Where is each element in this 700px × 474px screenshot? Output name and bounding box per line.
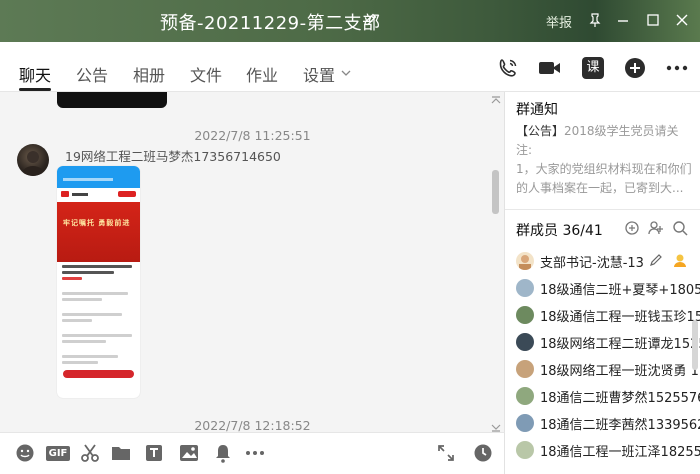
title-bar: 预备-20211229-第二支部 举报 [0,0,700,42]
expand-icon[interactable] [435,442,457,464]
member-name: 18通信二班李茜然13395627 [540,418,700,433]
screenshot-banner: 牢记嘱托 勇毅前进 [57,202,140,262]
gif-icon[interactable]: GIF [45,442,71,464]
screenshot-brand-row [57,188,140,200]
scroll-down-icon[interactable] [490,422,502,432]
class-label: 课 [582,57,604,79]
maximize-icon[interactable] [644,11,662,29]
message-timestamp: 2022/7/8 11:25:51 [194,128,311,143]
sender-avatar[interactable] [17,144,49,176]
doc-template-icon[interactable] [143,442,165,464]
member-name: 18级通信工程一班钱玉珍15 [540,310,700,325]
tab-chat[interactable]: 聊天 [19,62,51,86]
member-name: 18级网络工程二班谭龙1525 [540,337,700,352]
tab-announcement[interactable]: 公告 [76,62,108,86]
more-icon[interactable] [665,56,689,80]
tab-homework[interactable]: 作业 [246,62,278,86]
report-link[interactable]: 举报 [546,12,572,31]
screenshot-banner-text: 牢记嘱托 勇毅前进 [63,219,131,227]
close-icon[interactable] [673,11,691,29]
plus-circle-icon[interactable] [623,56,647,80]
members-scrollbar-thumb[interactable] [692,320,698,370]
previous-image-message[interactable] [57,92,167,108]
emoji-icon[interactable] [14,442,36,464]
member-item[interactable]: 支部书记-沈慧-13 [505,248,700,274]
member-item[interactable]: 18通信二班曹梦然15255760 [505,383,700,409]
input-toolbar: GIF [0,432,505,474]
member-search-alt-icon[interactable] [624,220,640,236]
message-timestamp-next: 2022/7/8 12:18:52 [194,418,311,432]
group-notice-body[interactable]: 【公告】2018级学生党员请关注: 1，大家的党组织材料现在和你们的人事档案在一… [516,122,694,198]
screenshot-scissors-icon[interactable] [79,442,101,464]
member-avatar [516,387,534,405]
image-icon[interactable] [178,442,200,464]
tab-bar: 聊天 公告 相册 文件 作业 设置 课 [0,42,700,92]
chat-area[interactable]: 2022/7/8 11:25:51 19网络工程二班马梦杰17356714650… [0,92,505,432]
pin-icon[interactable] [586,11,604,29]
tab-settings[interactable]: 设置 [303,62,335,86]
group-side-panel: 群通知 【公告】2018级学生党员请关注: 1，大家的党组织材料现在和你们的人事… [505,92,700,474]
tab-album[interactable]: 相册 [133,62,165,86]
member-avatar [516,306,534,324]
bell-icon[interactable] [212,442,234,464]
more-tools-icon[interactable] [244,442,266,464]
edit-icon[interactable] [649,253,663,271]
history-clock-icon[interactable] [472,442,494,464]
phone-icon[interactable] [496,56,520,80]
active-tab-indicator [19,88,51,91]
image-message[interactable]: 牢记嘱托 勇毅前进 [57,166,140,398]
scroll-up-icon[interactable] [490,94,502,104]
sender-name[interactable]: 19网络工程二班马梦杰17356714650 [65,146,281,165]
owner-badge-icon [672,252,688,272]
folder-icon[interactable] [110,442,132,464]
window-title: 预备-20211229-第二支部 [160,13,381,34]
search-icon[interactable] [672,220,688,236]
member-name: 支部书记-沈慧-13 [540,256,644,271]
notice-line2: 1，大家的党组织材料现在和你们的人事档案在一起，已寄到大... [516,162,692,195]
screenshot-status-bar [57,166,140,188]
notice-tag: 【公告】 [516,124,565,138]
class-button[interactable]: 课 [581,56,605,80]
member-item[interactable]: 18通信二班李茜然13395627 [505,410,700,436]
member-avatar [516,333,534,351]
member-avatar [516,414,534,432]
member-item[interactable]: 18级通信二班+夏琴+18056 [505,275,700,301]
member-name: 18通信二班曹梦然15255760 [540,391,700,406]
member-name: 18通信工程一班江泽182554 [540,445,700,460]
group-notice-title[interactable]: 群通知 [516,99,558,119]
member-item[interactable]: 18级网络工程一班沈贤勇 15 [505,356,700,382]
members-title: 群成员 36/41 [516,223,603,239]
edit-pencil-icon[interactable] [362,12,378,28]
member-avatar [516,252,534,270]
member-name: 18级网络工程一班沈贤勇 15 [540,364,700,379]
screenshot-open-button [63,370,134,378]
chevron-down-icon[interactable] [341,67,351,77]
gif-label: GIF [45,445,71,461]
add-member-icon[interactable] [648,220,664,236]
member-avatar [516,279,534,297]
member-avatar [516,360,534,378]
member-item[interactable]: 18级网络工程二班谭龙1525 [505,329,700,355]
member-avatar [516,441,534,459]
member-name: 18级通信二班+夏琴+18056 [540,283,700,298]
tab-files[interactable]: 文件 [190,62,222,86]
member-item[interactable]: 18通信工程一班江泽182554 [505,437,700,463]
panel-divider [505,209,700,210]
member-item[interactable]: 18级通信工程一班钱玉珍15 [505,302,700,328]
chat-scrollbar-thumb[interactable] [492,170,499,214]
video-icon[interactable] [538,56,562,80]
minimize-icon[interactable] [614,11,632,29]
